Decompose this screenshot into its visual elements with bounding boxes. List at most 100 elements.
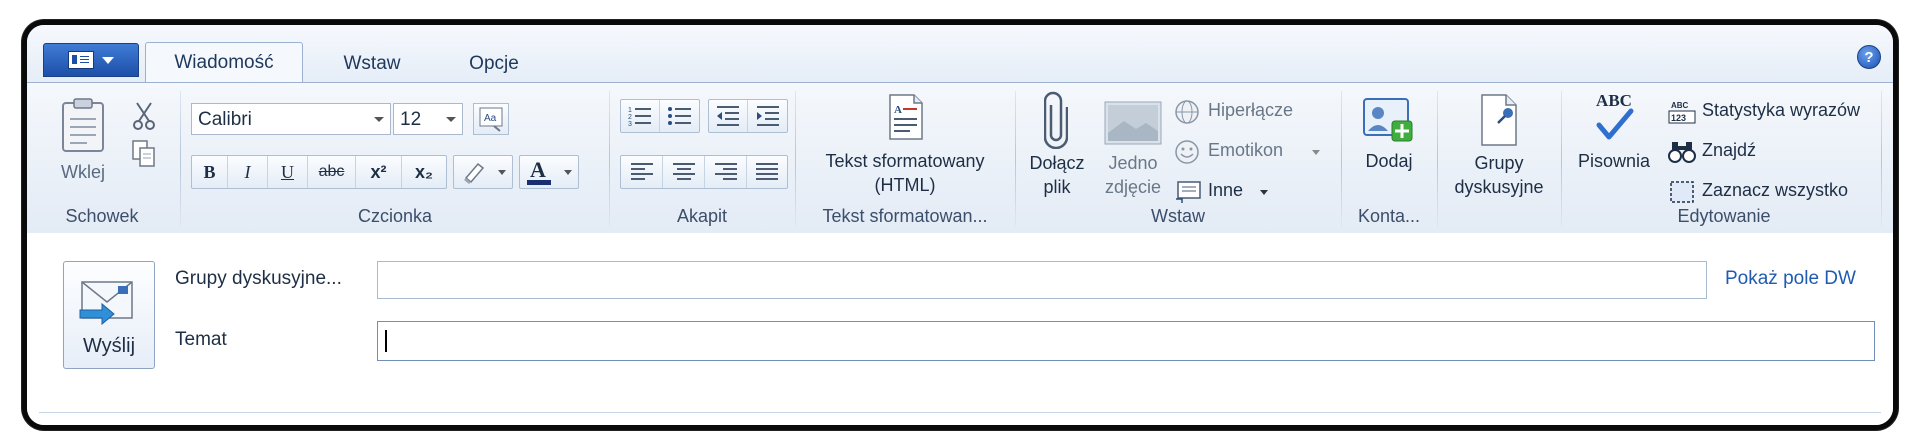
select-all-icon (1670, 181, 1694, 203)
newsgroups-label-line1: Grupy (1474, 153, 1524, 173)
align-right-button[interactable] (705, 156, 747, 188)
underline-button[interactable]: U (268, 156, 308, 188)
paste-label: Wklej (61, 162, 105, 182)
formatted-document-icon: A (889, 94, 923, 140)
newsgroups-input[interactable] (377, 261, 1707, 299)
emoticon-label: Emotikon (1208, 140, 1284, 160)
tab-message[interactable]: Wiadomość (145, 42, 303, 84)
group-divider (795, 91, 796, 227)
select-all-button[interactable]: Zaznacz wszystko (1668, 177, 1880, 207)
photo-icon (1104, 101, 1162, 145)
smiley-icon (1175, 140, 1199, 164)
group-divider (1341, 91, 1342, 227)
rich-text-label-line2: (HTML) (874, 175, 936, 195)
add-contact-icon (1363, 98, 1413, 142)
find-button[interactable]: Znajdź (1668, 137, 1818, 167)
help-icon[interactable]: ? (1857, 45, 1881, 69)
ribbon: Wklej Schowek Calibri 12 Aa B I U abc x²… (27, 82, 1893, 234)
highlight-button[interactable] (453, 155, 513, 189)
indent-buttons (708, 99, 788, 133)
font-size-select[interactable]: 12 (393, 103, 463, 135)
justify-button[interactable] (747, 156, 787, 188)
svg-text:3: 3 (628, 121, 632, 128)
align-center-button[interactable] (663, 156, 705, 188)
bulleted-list-icon (667, 107, 691, 125)
numbered-list-icon: 1 2 3 (628, 107, 651, 128)
chevron-down-icon (1312, 150, 1320, 155)
rich-text-html-button[interactable]: A Tekst sformatowany (HTML) (798, 89, 1012, 199)
cut-icon[interactable] (131, 101, 157, 131)
chevron-down-icon (446, 117, 456, 122)
svg-text:123: 123 (1671, 113, 1686, 123)
tab-bar: Wiadomość Wstaw Opcje ? (27, 25, 1893, 84)
group-label-paragraph: Akapit (676, 206, 728, 226)
mail-compose-window: Wiadomość Wstaw Opcje ? Wklej Schowek Ca… (22, 20, 1898, 430)
word-count-label: Statystyka wyrazów (1702, 100, 1861, 120)
group-label-insert: Wstaw (1151, 206, 1205, 226)
subject-field-label: Temat (175, 329, 227, 350)
paste-button[interactable]: Wklej (45, 93, 121, 193)
app-menu-button[interactable] (43, 43, 139, 77)
font-dialog-button[interactable]: Aa (473, 103, 509, 135)
align-left-button[interactable] (621, 156, 663, 188)
justify-icon (756, 163, 778, 180)
group-label-font: Czcionka (357, 206, 433, 226)
checkmark-icon (1596, 108, 1634, 140)
numbered-list-button[interactable]: 1 2 3 (621, 100, 661, 132)
font-color-button[interactable]: A (519, 155, 579, 189)
find-label: Znajdź (1702, 140, 1757, 160)
copy-icon[interactable] (131, 139, 157, 169)
paperclip-icon (1044, 91, 1068, 149)
newsgroups-field-label[interactable]: Grupy dyskusyjne... (175, 268, 342, 290)
group-divider (1881, 91, 1882, 227)
show-cc-link[interactable]: Pokaż pole DW (1725, 268, 1856, 290)
bold-button[interactable]: B (192, 156, 228, 188)
strikethrough-button[interactable]: abc (308, 156, 356, 188)
tab-options[interactable]: Opcje (439, 46, 549, 82)
svg-text:Aa: Aa (484, 113, 497, 124)
increase-indent-button[interactable] (748, 100, 787, 132)
rich-text-label-line1: Tekst sformatowany (825, 151, 985, 171)
word-count-button[interactable]: ABC 123 Statystyka wyrazów (1668, 97, 1880, 127)
newsgroups-button[interactable]: Grupy dyskusyjne (1444, 91, 1554, 207)
svg-text:ABC: ABC (1671, 101, 1689, 110)
font-dialog-icon: Aa (479, 107, 503, 132)
emoticon-button[interactable]: Emotikon (1174, 137, 1334, 167)
subscript-button[interactable]: x₂ (402, 156, 446, 188)
group-divider (1561, 91, 1562, 227)
add-contact-label: Dodaj (1365, 151, 1413, 171)
italic-button[interactable]: I (228, 156, 268, 188)
bulleted-list-button[interactable] (660, 100, 699, 132)
group-divider (1015, 91, 1016, 227)
send-button[interactable]: Wyślij (63, 261, 155, 369)
tab-insert[interactable]: Wstaw (317, 46, 427, 82)
attach-label-line1: Dołącz (1029, 153, 1085, 173)
decrease-indent-button[interactable] (709, 100, 749, 132)
photo-label-line2: zdjęcie (1104, 177, 1162, 197)
photo-label-line1: Jedno (1108, 153, 1158, 173)
text-caret (385, 330, 387, 352)
divider (39, 412, 1881, 413)
group-font: Calibri 12 Aa B I U abc x² x₂ A Czcionka (183, 83, 607, 233)
add-contact-button[interactable]: Dodaj (1350, 91, 1428, 191)
attach-file-button[interactable]: Dołącz plik (1022, 91, 1092, 201)
hyperlink-button[interactable]: Hiperłącze (1174, 97, 1334, 127)
subject-input[interactable] (377, 321, 1875, 361)
send-label: Wyślij (82, 335, 136, 357)
spelling-button[interactable]: ABC Pisownia (1568, 91, 1660, 191)
align-right-icon (714, 163, 737, 180)
font-name-select[interactable]: Calibri (191, 103, 391, 135)
single-photo-button[interactable]: Jedno zdjęcie (1098, 91, 1168, 201)
word-count-icon: ABC 123 (1668, 101, 1696, 124)
clipboard-icon (62, 98, 104, 152)
chevron-down-icon (374, 117, 384, 122)
other-insert-button[interactable]: Inne (1174, 177, 1294, 207)
superscript-button[interactable]: x² (356, 156, 402, 188)
font-color-swatch (527, 180, 551, 185)
insert-object-icon (1176, 181, 1201, 203)
group-clipboard: Wklej Schowek (27, 83, 177, 233)
group-paragraph: 1 2 3 Akapit (612, 83, 792, 233)
send-mail-icon (79, 281, 133, 326)
newsgroups-label-line2: dyskusyjne (1454, 177, 1544, 197)
highlighter-icon (464, 162, 485, 184)
